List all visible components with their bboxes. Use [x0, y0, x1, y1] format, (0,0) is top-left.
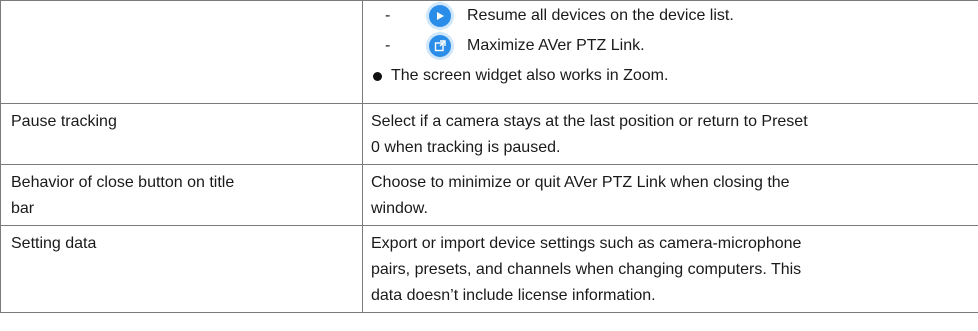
- setting-name-cell: Setting data: [0, 225, 363, 313]
- description-line: Choose to minimize or quit AVer PTZ Link…: [371, 174, 790, 191]
- description-line: Select if a camera stays at the last pos…: [371, 113, 808, 130]
- list-item-text: Maximize AVer PTZ Link.: [467, 37, 645, 54]
- setting-name-cell: Behavior of close button on title bar: [0, 164, 363, 226]
- dash-marker: -: [385, 7, 391, 24]
- description-line: window.: [371, 200, 428, 217]
- setting-name: Setting data: [11, 235, 97, 252]
- list-item: - Maximize AVer PTZ Link.: [363, 31, 978, 61]
- list-item: - Resume all devices on the device list.: [363, 1, 978, 31]
- setting-name: [1, 1, 362, 9]
- setting-description-cell: Export or import device settings such as…: [362, 225, 978, 313]
- description-line: pairs, presets, and channels when changi…: [371, 261, 802, 278]
- setting-description-cell: Select if a camera stays at the last pos…: [362, 103, 978, 165]
- setting-description: Choose to minimize or quit AVer PTZ Link…: [363, 165, 978, 225]
- list-item-text: The screen widget also works in Zoom.: [391, 67, 669, 84]
- setting-description: Select if a camera stays at the last pos…: [363, 104, 978, 164]
- dash-marker: -: [385, 37, 391, 54]
- setting-name: Pause tracking: [11, 113, 117, 130]
- list-item: The screen widget also works in Zoom.: [363, 61, 978, 91]
- document-page: - Resume all devices on the device list.…: [0, 0, 978, 331]
- list-item-text: Resume all devices on the device list.: [467, 7, 734, 24]
- description-line: 0 when tracking is paused.: [371, 139, 561, 156]
- table-row: Pause tracking Select if a camera stays …: [0, 103, 978, 165]
- play-icon: [429, 5, 451, 27]
- setting-description-cell: Choose to minimize or quit AVer PTZ Link…: [362, 164, 978, 226]
- settings-table: - Resume all devices on the device list.…: [0, 0, 978, 313]
- name-line: bar: [11, 200, 35, 217]
- name-line: Behavior of close button on title: [11, 174, 235, 191]
- table-row: Behavior of close button on title bar Ch…: [0, 164, 978, 226]
- setting-name: Behavior of close button on title bar: [1, 165, 362, 225]
- table-row: Setting data Export or import device set…: [0, 225, 978, 313]
- setting-description: Export or import device settings such as…: [363, 226, 978, 312]
- setting-name-cell: [0, 0, 363, 104]
- table-row: - Resume all devices on the device list.…: [0, 0, 978, 104]
- description-line: data doesn’t include license information…: [371, 287, 656, 304]
- maximize-icon: [429, 35, 451, 57]
- setting-name-cell: Pause tracking: [0, 103, 363, 165]
- description-line: Export or import device settings such as…: [371, 235, 802, 252]
- setting-description-cell: - Resume all devices on the device list.…: [362, 0, 978, 104]
- bullet-icon: [373, 71, 382, 81]
